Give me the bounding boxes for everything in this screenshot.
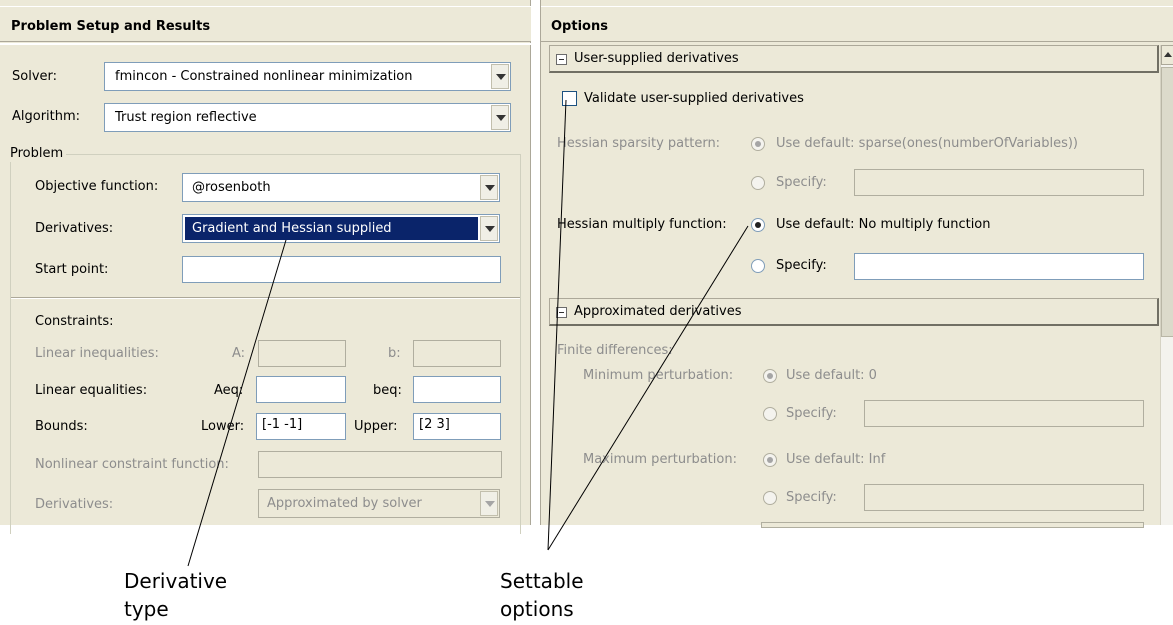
- constraints-label: Constraints:: [35, 314, 114, 329]
- options-scrollbar[interactable]: [1160, 45, 1173, 525]
- problem-setup-panel: Problem Setup and Results Solver: fminco…: [0, 0, 531, 534]
- nonlinear-derivatives-label: Derivatives:: [35, 497, 114, 512]
- upper-label: Upper:: [354, 419, 398, 434]
- options-title: Options: [551, 19, 608, 34]
- solver-value: fmincon - Constrained nonlinear minimiza…: [115, 69, 413, 84]
- approximated-derivatives-section-header[interactable]: Approximated derivatives: [549, 298, 1159, 326]
- panel-divider: [0, 43, 531, 45]
- validate-derivatives-label: Validate user-supplied derivatives: [584, 91, 804, 106]
- objective-function-value: @rosenboth: [192, 180, 271, 195]
- chevron-down-icon[interactable]: [480, 175, 498, 200]
- linear-inequalities-label: Linear inequalities:: [35, 346, 159, 361]
- b-label: b:: [388, 346, 401, 361]
- hessian-sparsity-specify-input: [854, 169, 1144, 196]
- nonlinear-constraint-label: Nonlinear constraint function:: [35, 457, 229, 472]
- nonlinear-constraint-input: [258, 451, 502, 478]
- a-matrix-input: [258, 340, 346, 367]
- start-point-label: Start point:: [35, 262, 109, 277]
- algorithm-dropdown[interactable]: Trust region reflective: [104, 103, 511, 132]
- options-header: Options: [541, 6, 1173, 42]
- hessian-multiply-specify-label: Specify:: [776, 258, 827, 273]
- hessian-multiply-specify-input[interactable]: [854, 253, 1144, 280]
- derivatives-value: Gradient and Hessian supplied: [192, 221, 392, 236]
- maximum-perturbation-specify-input: [864, 484, 1144, 511]
- minimum-perturbation-specify-label: Specify:: [786, 406, 837, 421]
- constraints-separator-highlight: [11, 298, 520, 299]
- hessian-sparsity-specify-label: Specify:: [776, 175, 827, 190]
- options-panel: Options User-supplied derivatives Valida…: [540, 0, 1173, 528]
- scroll-thumb[interactable]: [1161, 67, 1173, 337]
- hessian-multiply-default-radio[interactable]: [751, 218, 765, 232]
- objective-function-label: Objective function:: [35, 179, 159, 194]
- nonlinear-derivatives-dropdown: Approximated by solver: [258, 489, 500, 518]
- problem-setup-header: Problem Setup and Results: [0, 6, 531, 42]
- user-supplied-derivatives-section-header[interactable]: User-supplied derivatives: [549, 45, 1159, 73]
- bounds-label: Bounds:: [35, 419, 88, 434]
- objective-function-dropdown[interactable]: @rosenboth: [182, 173, 500, 202]
- beq-label: beq:: [373, 383, 402, 398]
- scroll-up-button[interactable]: [1161, 45, 1173, 65]
- a-label: A:: [232, 346, 246, 361]
- maximum-perturbation-specify-label: Specify:: [786, 490, 837, 505]
- problem-setup-title: Problem Setup and Results: [11, 19, 211, 34]
- chevron-down-icon[interactable]: [491, 64, 509, 89]
- maximum-perturbation-default-radio: [763, 453, 777, 467]
- hessian-sparsity-specify-radio: [751, 176, 765, 190]
- minimum-perturbation-label: Minimum perturbation:: [583, 368, 734, 383]
- chevron-down-icon[interactable]: [480, 216, 498, 241]
- lower-bound-input[interactable]: [-1 -1]: [256, 413, 346, 440]
- chevron-down-icon[interactable]: [491, 105, 509, 130]
- maximum-perturbation-default-label: Use default: Inf: [786, 452, 886, 467]
- hessian-multiply-specify-radio[interactable]: [751, 259, 765, 273]
- chevron-down-icon: [480, 491, 498, 516]
- hessian-sparsity-label: Hessian sparsity pattern:: [557, 136, 721, 151]
- user-supplied-derivatives-title: User-supplied derivatives: [574, 51, 739, 66]
- nonlinear-derivatives-value: Approximated by solver: [267, 496, 422, 511]
- scroll-up-arrow-icon: [1164, 52, 1172, 57]
- upper-bound-input[interactable]: [2 3]: [413, 413, 501, 440]
- maximum-perturbation-specify-radio: [763, 491, 777, 505]
- algorithm-label: Algorithm:: [12, 109, 81, 124]
- collapse-icon[interactable]: [556, 54, 567, 65]
- validate-derivatives-checkbox[interactable]: [562, 91, 577, 106]
- linear-equalities-label: Linear equalities:: [35, 383, 148, 398]
- hessian-multiply-label: Hessian multiply function:: [557, 217, 727, 232]
- finite-differences-label: Finite differences:: [557, 343, 673, 358]
- minimum-perturbation-specify-input: [864, 400, 1144, 427]
- start-point-input[interactable]: [182, 256, 501, 283]
- minimum-perturbation-default-label: Use default: 0: [786, 368, 877, 383]
- beq-input[interactable]: [413, 376, 501, 403]
- solver-label: Solver:: [12, 69, 58, 84]
- derivative-type-caption-line1: Derivative: [124, 569, 228, 593]
- problem-group-label: Problem: [8, 146, 67, 162]
- lower-label: Lower:: [201, 419, 245, 434]
- minimum-perturbation-specify-radio: [763, 407, 777, 421]
- collapse-icon[interactable]: [556, 307, 567, 318]
- derivative-type-caption-line2: type: [124, 597, 169, 621]
- b-vector-input: [413, 340, 501, 367]
- hessian-sparsity-default-label: Use default: sparse(ones(numberOfVariabl…: [776, 136, 1078, 151]
- solver-dropdown[interactable]: fmincon - Constrained nonlinear minimiza…: [104, 62, 511, 91]
- aeq-label: Aeq:: [214, 383, 244, 398]
- approximated-derivatives-title: Approximated derivatives: [574, 304, 742, 319]
- next-option-input-partial: [761, 522, 1144, 528]
- maximum-perturbation-label: Maximum perturbation:: [583, 452, 737, 467]
- minimum-perturbation-default-radio: [763, 369, 777, 383]
- derivatives-label: Derivatives:: [35, 221, 114, 236]
- aeq-input[interactable]: [256, 376, 346, 403]
- derivatives-dropdown[interactable]: Gradient and Hessian supplied: [182, 214, 500, 243]
- algorithm-value: Trust region reflective: [115, 110, 257, 125]
- settable-options-caption-line2: options: [500, 597, 574, 621]
- hessian-multiply-default-label: Use default: No multiply function: [776, 217, 991, 232]
- hessian-sparsity-default-radio: [751, 137, 765, 151]
- settable-options-caption-line1: Settable: [500, 569, 584, 593]
